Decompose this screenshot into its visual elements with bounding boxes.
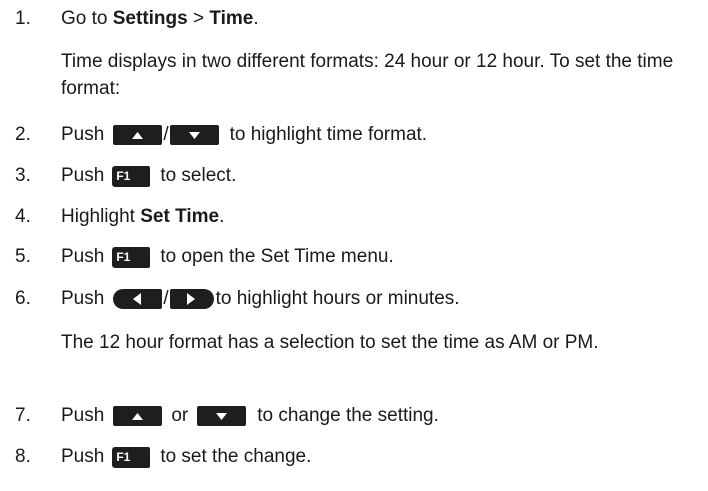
down-arrow-key-icon bbox=[169, 125, 219, 145]
step-text: Go to Settings > Time. bbox=[61, 7, 259, 31]
step-number: 4. bbox=[15, 206, 31, 227]
step-text-part: to open the Set Time menu. bbox=[160, 246, 394, 267]
step-text: Push F1 to select. bbox=[61, 164, 236, 188]
slash-separator: / bbox=[163, 288, 169, 309]
f1-key-label: F1 bbox=[116, 249, 131, 264]
f1-key-label: F1 bbox=[116, 449, 131, 464]
up-arrow-key-icon bbox=[113, 406, 163, 426]
push-label: Push bbox=[61, 124, 105, 145]
right-arrow-key-icon bbox=[169, 289, 214, 309]
step-text-part: . bbox=[253, 8, 259, 29]
step-number: 2. bbox=[15, 124, 31, 145]
step-text-part: to highlight time format. bbox=[229, 124, 428, 145]
time-format-note: Time displays in two different formats: … bbox=[61, 51, 674, 99]
slash-separator: / bbox=[163, 124, 169, 145]
push-label: Push bbox=[61, 446, 105, 467]
up-arrow-key-icon bbox=[113, 125, 163, 145]
step-text-part: to change the setting. bbox=[257, 405, 439, 426]
or-label: or bbox=[171, 405, 189, 426]
set-time-label: Set Time bbox=[140, 206, 220, 227]
settings-label: Settings bbox=[112, 8, 188, 29]
instruction-page: 1. Go to Settings > Time. Time displays … bbox=[0, 0, 708, 491]
down-arrow-key-icon bbox=[197, 406, 247, 426]
push-label: Push bbox=[61, 246, 105, 267]
left-arrow-key-icon bbox=[113, 289, 163, 309]
step-text: Push / to highlight time format. bbox=[61, 123, 427, 147]
step-text: Highlight Set Time. bbox=[61, 205, 224, 229]
step-text: Push / to highlight hours or minutes. bbox=[61, 287, 460, 311]
step-text: Push F1 to open the Set Time menu. bbox=[61, 245, 394, 269]
f1-key-label: F1 bbox=[116, 168, 131, 183]
step-text-part: Highlight bbox=[61, 206, 141, 227]
step-text-part: to highlight hours or minutes. bbox=[215, 288, 460, 309]
step-number: 3. bbox=[15, 165, 31, 186]
step-text: Push F1 to set the change. bbox=[61, 445, 311, 469]
step-number: 1. bbox=[15, 8, 31, 29]
am-pm-note: The 12 hour format has a selection to se… bbox=[61, 332, 599, 353]
f1-key-icon: F1 bbox=[112, 165, 151, 187]
step-number: 8. bbox=[15, 446, 31, 467]
step-text-part: to select. bbox=[160, 165, 237, 186]
step-text-part: Go to bbox=[61, 8, 113, 29]
push-label: Push bbox=[61, 288, 105, 309]
push-label: Push bbox=[61, 165, 105, 186]
f1-key-icon: F1 bbox=[112, 446, 151, 468]
step-number: 6. bbox=[15, 288, 31, 309]
time-label: Time bbox=[209, 8, 254, 29]
step-number: 5. bbox=[15, 246, 31, 267]
f1-key-icon: F1 bbox=[112, 246, 151, 268]
path-separator: > bbox=[187, 8, 210, 29]
push-label: Push bbox=[61, 405, 105, 426]
step-text-part: to set the change. bbox=[160, 446, 312, 467]
step-number: 7. bbox=[15, 405, 31, 426]
step-text: Push or to change the setting. bbox=[61, 404, 439, 428]
step-text-part: . bbox=[219, 206, 225, 227]
